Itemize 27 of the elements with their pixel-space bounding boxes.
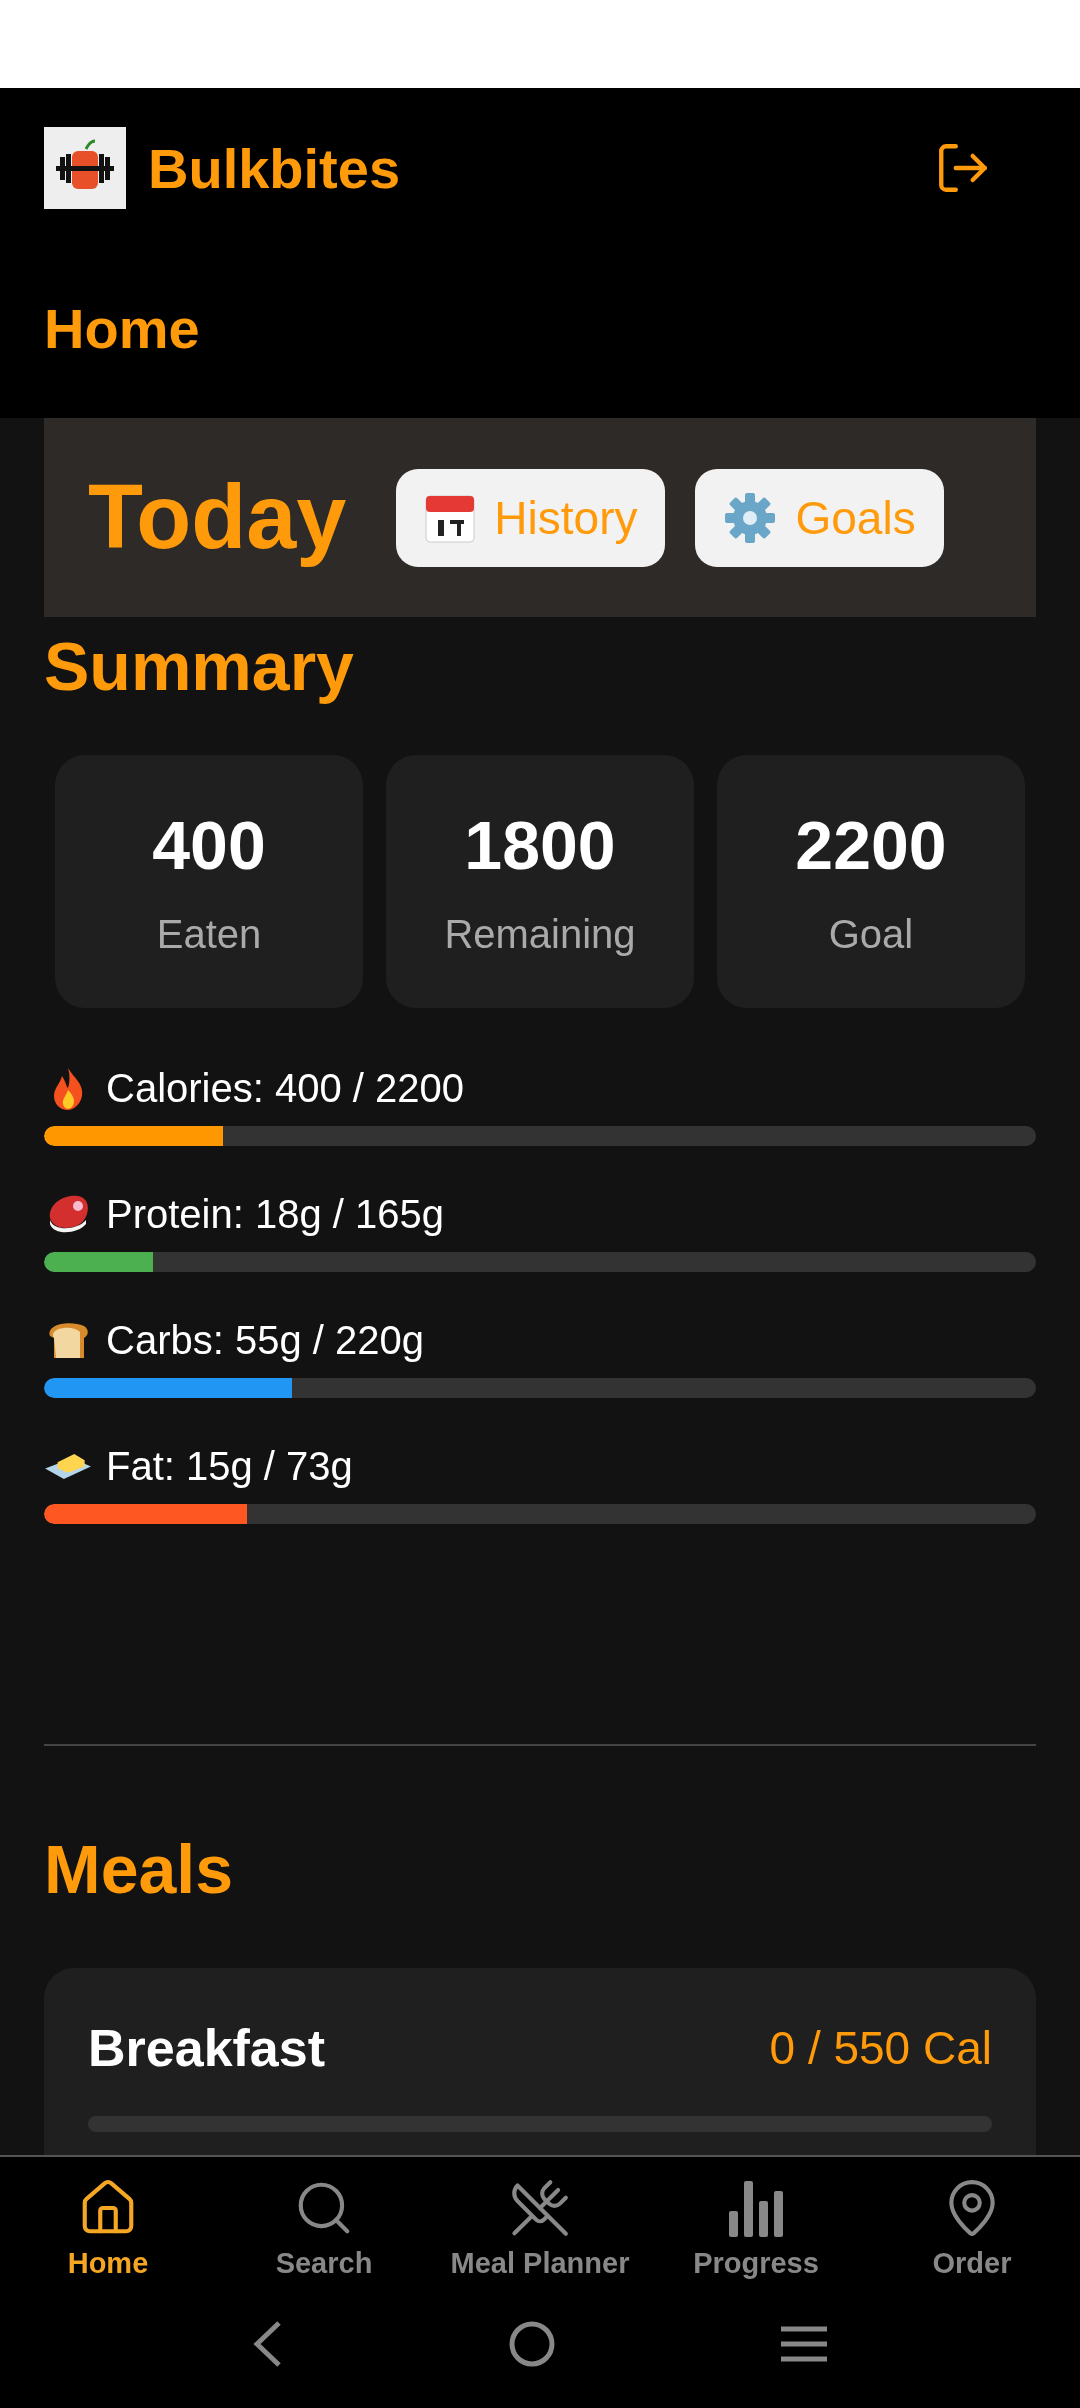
nav-tab[interactable]: Order [864,2177,1080,2280]
nav-tab[interactable]: Search [216,2177,432,2280]
stat-label: Goal [828,912,914,957]
fork-knife-icon [509,2177,571,2239]
stat-value: 400 [152,806,266,884]
stat-value: 1800 [464,806,616,884]
nutrient-label: Carbs: 55g / 220g [106,1317,424,1363]
home-button[interactable] [508,2320,556,2368]
app-name: Bulkbites [148,135,402,201]
gear-icon [723,490,778,545]
page-title: Home [44,296,201,361]
nutrient-label: Protein: 18g / 165g [106,1191,445,1237]
stat-value: 2200 [795,806,947,884]
summary-heading: Summary [44,627,355,705]
nav-tab[interactable]: Progress [648,2177,864,2280]
logo-icon [44,127,126,209]
nutrient-label: Fat: 15g / 73g [106,1443,353,1489]
nav-tab[interactable]: Home [0,2177,216,2280]
meal-name: Breakfast [88,2018,326,2078]
butter-icon [44,1453,92,1479]
stat-label: Remaining [444,912,636,957]
today-title: Today [88,466,347,569]
stat-label: Eaten [156,912,262,957]
nav-tab[interactable]: Meal Planner [432,2177,648,2280]
meal-calories: 0 / 550 Cal [769,2021,992,2075]
nutrient-label: Calories: 400 / 2200 [106,1065,464,1111]
meals-heading: Meals [44,1830,234,1908]
